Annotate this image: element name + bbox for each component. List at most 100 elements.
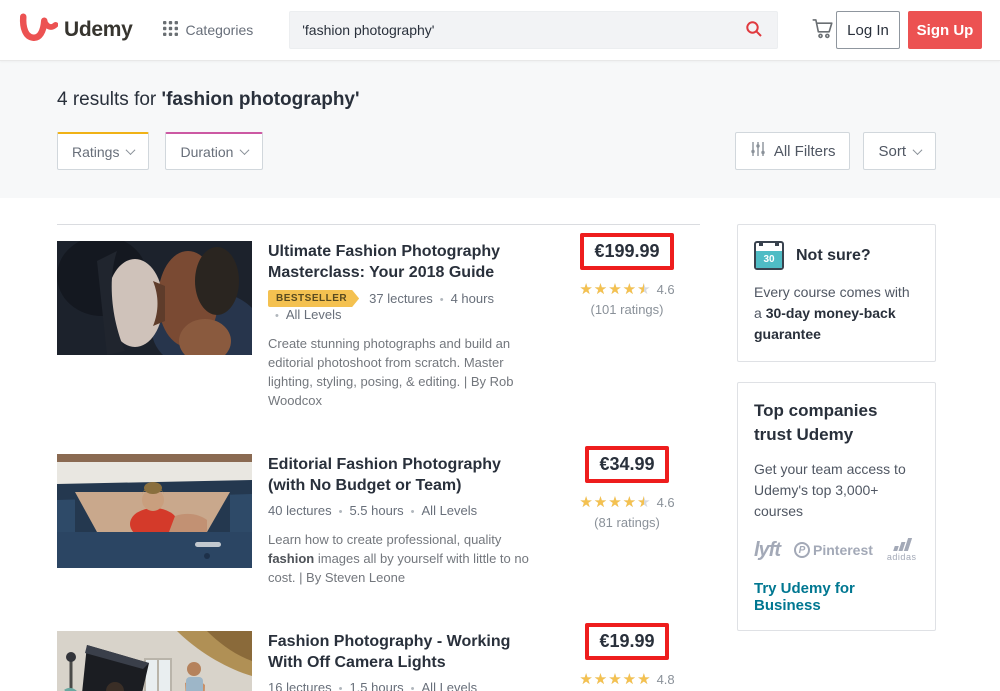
brand-name: Udemy — [64, 18, 133, 42]
lecture-count: 40 lectures — [268, 503, 332, 518]
course-duration: 1.5 hours — [332, 680, 404, 691]
course-list: Ultimate Fashion Photography Masterclass… — [57, 224, 700, 691]
course-title[interactable]: Fashion Photography - Working With Off C… — [268, 631, 538, 673]
grid-icon — [163, 21, 178, 39]
search-button[interactable] — [743, 18, 765, 43]
bestseller-badge: BESTSELLER — [268, 290, 359, 307]
all-filters-button[interactable]: All Filters — [735, 132, 851, 170]
sliders-icon — [750, 141, 766, 161]
signup-button[interactable]: Sign Up — [908, 11, 982, 49]
results-count-prefix: 4 results for — [57, 89, 162, 110]
adidas-stripes-icon — [894, 538, 910, 551]
course-level: All Levels — [404, 680, 478, 691]
pinterest-icon: P — [794, 542, 810, 558]
rating-value: 4.8 — [657, 672, 675, 687]
money-back-title: Not sure? — [796, 247, 871, 265]
adidas-logo: adidas — [887, 538, 917, 562]
ratings-count: (101 ratings) — [591, 302, 664, 317]
rating-value: 4.6 — [657, 282, 675, 297]
udemy-logo[interactable]: Udemy — [16, 12, 133, 49]
course-card[interactable]: Fashion Photography - Working With Off C… — [57, 631, 700, 691]
sidebar: 30 Not sure? Every course comes with a 3… — [737, 224, 936, 691]
all-filters-label: All Filters — [774, 143, 836, 160]
cart-button[interactable] — [810, 15, 836, 46]
money-back-text: Every course comes with a 30-day money-b… — [754, 282, 919, 345]
lecture-count: 16 lectures — [268, 680, 332, 691]
course-title[interactable]: Ultimate Fashion Photography Masterclass… — [268, 241, 538, 283]
business-promo-text: Get your team access to Udemy's top 3,00… — [754, 459, 919, 522]
course-thumbnail[interactable] — [57, 241, 252, 355]
rating-value: 4.6 — [657, 495, 675, 510]
search-icon — [745, 20, 763, 41]
course-meta: 16 lectures 1.5 hours All Levels — [268, 680, 538, 691]
course-price: €34.99 — [599, 454, 654, 474]
filter-row: Ratings Duration All Filters Sort — [57, 132, 936, 170]
price-annotation-box: €199.99 — [580, 233, 673, 270]
price-column: €199.99 ★★★★★★★★★★ 4.6 (101 ratings) — [554, 241, 700, 410]
star-rating: ★★★★★★★★★★ — [579, 495, 651, 510]
sort-label: Sort — [878, 143, 906, 160]
search-results-band: 4 results for 'fashion photography' Rati… — [0, 61, 1000, 198]
sort-button[interactable]: Sort — [863, 132, 936, 170]
money-back-header: 30 Not sure? — [754, 241, 919, 270]
company-logos: lyft P Pinterest adidas — [754, 538, 919, 562]
course-info: Editorial Fashion Photography (with No B… — [268, 454, 538, 587]
calendar-30-icon: 30 — [754, 241, 784, 270]
rating-line: ★★★★★★★★★★ 4.6 — [579, 282, 674, 297]
thumbnail-studio-shoot — [57, 631, 252, 691]
star-rating: ★★★★★★★★★★ — [579, 672, 651, 687]
ratings-filter-label: Ratings — [72, 144, 119, 160]
price-annotation-box: €19.99 — [585, 623, 668, 660]
chevron-down-icon — [240, 145, 250, 155]
search-bar — [289, 11, 778, 49]
course-meta: 40 lectures 5.5 hours All Levels — [268, 503, 538, 518]
course-thumbnail[interactable] — [57, 631, 252, 691]
course-price: €199.99 — [594, 241, 659, 261]
rating-line: ★★★★★★★★★★ 4.6 — [579, 495, 674, 510]
price-column: €34.99 ★★★★★★★★★★ 4.6 (81 ratings) — [554, 454, 700, 587]
pinterest-logo: P Pinterest — [794, 542, 873, 558]
business-promo-title: Top companies trust Udemy — [754, 399, 919, 447]
chevron-down-icon — [913, 145, 923, 155]
business-promo-box: Top companies trust Udemy Get your team … — [737, 382, 936, 631]
thumbnail-car-model — [57, 454, 252, 568]
categories-menu[interactable]: Categories — [163, 21, 254, 39]
course-card[interactable]: Editorial Fashion Photography (with No B… — [57, 454, 700, 587]
ratings-filter-button[interactable]: Ratings — [57, 132, 149, 170]
udemy-business-link[interactable]: Try Udemy for Business — [754, 580, 919, 614]
course-level: All Levels — [404, 503, 478, 518]
course-price: €19.99 — [599, 631, 654, 651]
cart-icon — [810, 15, 836, 46]
lyft-logo: lyft — [754, 539, 780, 562]
chevron-down-icon — [126, 145, 136, 155]
duration-filter-button[interactable]: Duration — [165, 132, 263, 170]
ratings-count: (81 ratings) — [594, 515, 660, 530]
course-title[interactable]: Editorial Fashion Photography (with No B… — [268, 454, 538, 496]
course-duration: 4 hours — [433, 291, 494, 306]
main-content: Ultimate Fashion Photography Masterclass… — [0, 198, 1000, 691]
star-rating: ★★★★★★★★★★ — [579, 282, 651, 297]
course-card[interactable]: Ultimate Fashion Photography Masterclass… — [57, 241, 700, 410]
results-query: 'fashion photography' — [162, 89, 360, 110]
course-description: Learn how to create professional, qualit… — [268, 530, 538, 587]
thumbnail-two-faces — [57, 241, 252, 355]
course-info: Ultimate Fashion Photography Masterclass… — [268, 241, 538, 410]
course-level: All Levels — [268, 307, 342, 322]
results-count: 4 results for 'fashion photography' — [57, 89, 936, 111]
lecture-count: 37 lectures — [369, 291, 433, 306]
course-thumbnail[interactable] — [57, 454, 252, 568]
price-column: €19.99 ★★★★★★★★★★ 4.8 (7 ratings) — [554, 631, 700, 691]
duration-filter-label: Duration — [180, 144, 233, 160]
categories-label: Categories — [186, 22, 254, 38]
money-back-box: 30 Not sure? Every course comes with a 3… — [737, 224, 936, 362]
top-navbar: Udemy Categories — [0, 0, 1000, 61]
course-description: Create stunning photographs and build an… — [268, 334, 538, 410]
rating-line: ★★★★★★★★★★ 4.8 — [579, 672, 674, 687]
login-button[interactable]: Log In — [836, 11, 900, 49]
course-duration: 5.5 hours — [332, 503, 404, 518]
course-info: Fashion Photography - Working With Off C… — [268, 631, 538, 691]
search-input[interactable] — [302, 22, 743, 38]
filter-right-group: All Filters Sort — [735, 132, 936, 170]
auth-buttons: Log In Sign Up — [836, 11, 982, 49]
udemy-logo-icon — [16, 12, 58, 49]
